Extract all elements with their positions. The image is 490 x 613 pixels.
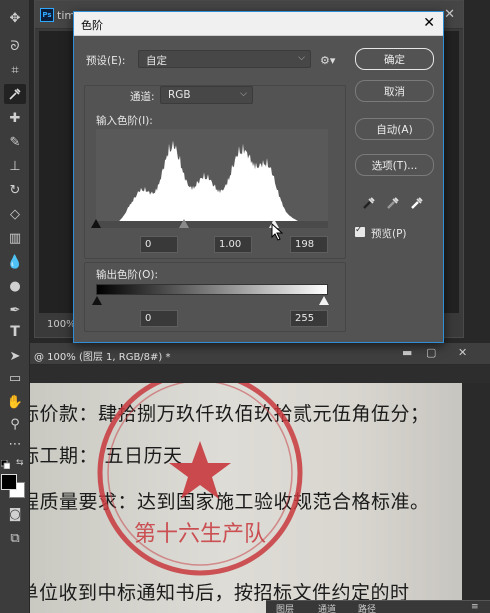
gradient-tool-icon[interactable]: ▥ [4, 228, 26, 248]
history-brush-icon[interactable]: ↻ [4, 180, 26, 200]
preset-select[interactable]: 自定 ⌵ [138, 50, 311, 68]
swap-colors-icon[interactable]: ⇆ [16, 458, 24, 468]
blur-tool-icon[interactable]: 💧 [4, 252, 26, 272]
channel-value: RGB [168, 89, 191, 101]
clone-stamp-icon[interactable]: ⊥ [4, 156, 26, 176]
layers-panel-tabs: 图层 通道 路径 ≡ [266, 600, 490, 613]
output-white-slider[interactable] [319, 296, 329, 305]
preset-label: 预设(E): [86, 55, 126, 67]
healing-brush-icon[interactable]: ✚ [4, 108, 26, 128]
channel-select[interactable]: RGB ⌵ [160, 86, 253, 104]
main-document-title: @ 100% (图层 1, RGB/8#) * [34, 352, 171, 363]
tab-channels[interactable]: 通道 [318, 602, 336, 613]
histogram-graph [96, 140, 328, 221]
mouse-cursor-icon [271, 223, 284, 241]
eyedropper-tool-icon[interactable] [4, 84, 26, 104]
dodge-tool-icon[interactable]: ● [4, 276, 26, 296]
input-gamma-slider[interactable] [179, 219, 189, 228]
white-eyedropper-icon[interactable] [409, 195, 425, 211]
stamp-text: 第十六生产队 [134, 522, 266, 547]
close-icon[interactable]: ✕ [444, 7, 455, 22]
chevron-down-icon: ⌵ [298, 53, 305, 63]
eraser-tool-icon[interactable]: ◇ [4, 204, 26, 224]
black-eyedropper-icon[interactable] [361, 195, 377, 211]
input-black-slider[interactable] [91, 219, 101, 228]
hand-tool-icon[interactable]: ✋ [4, 392, 26, 412]
input-levels-label: 输入色阶(I): [96, 115, 153, 127]
gear-icon[interactable]: ⚙▾ [320, 54, 335, 67]
chevron-down-icon: ⌵ [240, 89, 247, 99]
zoom-tool-icon[interactable]: ⚲ [4, 414, 26, 434]
output-gradient-bar [96, 284, 328, 295]
path-select-icon[interactable]: ➤ [4, 346, 26, 366]
tab-paths[interactable]: 路径 [358, 602, 376, 613]
lasso-tool-icon[interactable]: ᘐ [4, 36, 26, 56]
input-slider-track[interactable] [91, 219, 328, 228]
close-icon[interactable]: ✕ [458, 346, 467, 359]
red-seal-stamp: 第十六生产队 [97, 383, 303, 576]
output-levels-label: 输出色阶(O): [96, 269, 158, 281]
vertical-scrollbar[interactable] [462, 383, 490, 613]
levels-dialog: 色阶 ✕ 预设(E): 自定 ⌵ ⚙▾ 通道: RGB ⌵ 输入色阶(I): 0… [73, 11, 444, 343]
photoshop-icon: Ps [40, 8, 54, 22]
channel-label: 通道: [130, 91, 155, 103]
auto-button[interactable]: 自动(A) [355, 118, 434, 140]
input-gamma-field[interactable]: 1.00 [214, 236, 252, 253]
histogram [96, 129, 328, 221]
maximize-icon[interactable]: ▢ [426, 346, 436, 359]
default-colors-icon[interactable] [1, 460, 10, 469]
pen-tool-icon[interactable]: ✒ [4, 300, 26, 320]
document-canvas[interactable]: 标价款：肆拾捌万玖仟玖佰玖拾贰元伍角伍分； 标工期： 五日历天 程质量要求：达到… [30, 383, 462, 613]
gray-eyedropper-icon[interactable] [385, 195, 401, 211]
output-white-field[interactable]: 255 [290, 310, 328, 327]
crop-tool-icon[interactable]: ⌗ [4, 60, 26, 80]
rectangle-tool-icon[interactable]: ▭ [4, 368, 26, 388]
quick-mask-icon[interactable]: ◙ [4, 504, 26, 524]
panel-menu-icon[interactable]: ≡ [471, 602, 479, 612]
move-tool-icon[interactable]: ✥ [4, 8, 26, 28]
tab-layers[interactable]: 图层 [276, 602, 294, 613]
type-tool-icon[interactable]: T [4, 322, 26, 342]
input-white-field[interactable]: 198 [290, 236, 328, 253]
ok-button[interactable]: 确定 [355, 48, 434, 70]
dialog-titlebar[interactable]: 色阶 ✕ [74, 12, 443, 36]
preview-label: 预览(P) [371, 228, 407, 240]
tools-panel: ✥ ᘐ ⌗ ✚ ✎ ⊥ ↻ ◇ ▥ 💧 ● ✒ T ➤ ▭ ✋ ⚲ ⋯ ⇆ ◙ … [0, 0, 30, 613]
options-button[interactable]: 选项(T)... [355, 154, 434, 176]
main-document-tab[interactable]: @ 100% (图层 1, RGB/8#) * ▬ ▢ ✕ [30, 343, 490, 365]
screen-mode-icon[interactable]: ⧉ [4, 528, 26, 548]
input-black-field[interactable]: 0 [140, 236, 178, 253]
more-tools-icon[interactable]: ⋯ [4, 434, 26, 454]
output-black-slider[interactable] [92, 296, 102, 305]
output-black-field[interactable]: 0 [140, 310, 178, 327]
cancel-button[interactable]: 取消 [355, 80, 434, 102]
preview-checkbox[interactable] [355, 225, 365, 237]
dialog-title: 色阶 [81, 19, 103, 32]
minimize-icon[interactable]: ▬ [402, 346, 412, 359]
close-icon[interactable]: ✕ [423, 15, 435, 31]
main-document-window: @ 100% (图层 1, RGB/8#) * ▬ ▢ ✕ 标价款：肆拾捌万玖仟… [30, 343, 490, 613]
zoom-level: 100% [47, 319, 76, 330]
brush-tool-icon[interactable]: ✎ [4, 132, 26, 152]
foreground-color-swatch[interactable] [1, 474, 17, 490]
preset-value: 自定 [146, 55, 167, 67]
